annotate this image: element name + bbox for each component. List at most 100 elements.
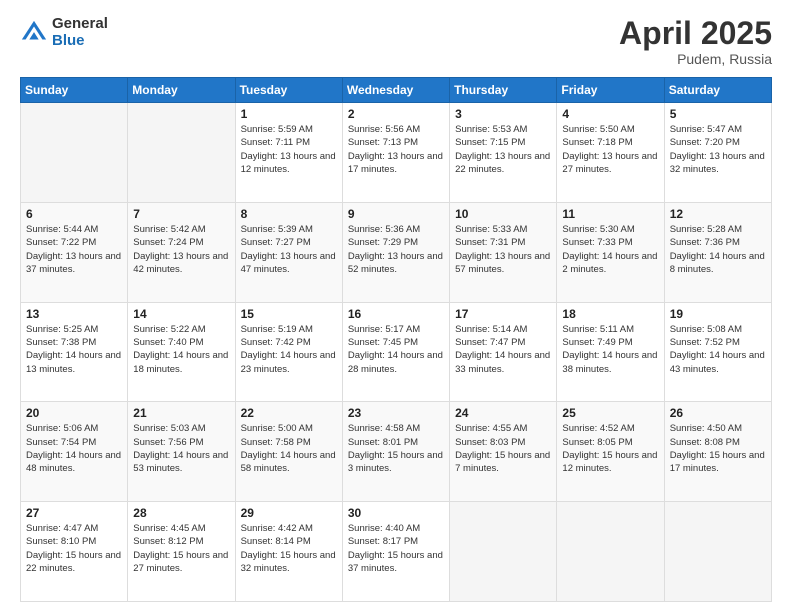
- day-info: Sunrise: 5:56 AM Sunset: 7:13 PM Dayligh…: [348, 123, 444, 176]
- day-info: Sunrise: 5:00 AM Sunset: 7:58 PM Dayligh…: [241, 422, 337, 475]
- calendar-cell: 16Sunrise: 5:17 AM Sunset: 7:45 PM Dayli…: [342, 302, 449, 402]
- day-number: 28: [133, 506, 229, 520]
- calendar-cell: 18Sunrise: 5:11 AM Sunset: 7:49 PM Dayli…: [557, 302, 664, 402]
- calendar-cell: 23 Sunrise: 4:58 AM Sunset: 8:01 PM Dayli…: [342, 402, 449, 502]
- page: General Blue April 2025 Pudem, Russia Su…: [0, 0, 792, 612]
- day-number: 1: [241, 107, 337, 121]
- day-info: Sunrise: 5:47 AM Sunset: 7:20 PM Dayligh…: [670, 123, 766, 176]
- day-info: Sunrise: 4:52 AM Sunset: 8:05 PM Dayligh…: [562, 422, 658, 475]
- day-info: Sunrise: 4:55 AM Sunset: 8:03 PM Dayligh…: [455, 422, 551, 475]
- day-info: Sunrise: 5:06 AM Sunset: 7:54 PM Dayligh…: [26, 422, 122, 475]
- day-info: Sunrise: 5:11 AM Sunset: 7:49 PM Dayligh…: [562, 323, 658, 376]
- calendar-header: Sunday Monday Tuesday Wednesday Thursday…: [21, 78, 772, 103]
- calendar-cell: 26 Sunrise: 4:50 AM Sunset: 8:08 PM Dayli…: [664, 402, 771, 502]
- day-number: 11: [562, 207, 658, 221]
- day-number: 29: [241, 506, 337, 520]
- header-wednesday: Wednesday: [342, 78, 449, 103]
- day-info: Sunrise: 5:59 AM Sunset: 7:11 PM Dayligh…: [241, 123, 337, 176]
- day-info: Sunrise: 4:42 AM Sunset: 8:14 PM Dayligh…: [241, 522, 337, 575]
- logo: General Blue: [20, 16, 108, 49]
- day-number: 14: [133, 307, 229, 321]
- calendar-cell: 6 Sunrise: 5:44 AM Sunset: 7:22 PM Daylig…: [21, 202, 128, 302]
- title-block: April 2025 Pudem, Russia: [619, 16, 772, 67]
- calendar-cell: 17 Sunrise: 5:14 AM Sunset: 7:47 PM Dayli…: [450, 302, 557, 402]
- day-info: Sunrise: 5:42 AM Sunset: 7:24 PM Dayligh…: [133, 223, 229, 276]
- day-info: Sunrise: 5:36 AM Sunset: 7:29 PM Dayligh…: [348, 223, 444, 276]
- calendar-cell: 15Sunrise: 5:19 AM Sunset: 7:42 PM Dayli…: [235, 302, 342, 402]
- logo-blue-text: Blue: [52, 33, 108, 50]
- day-info: Sunrise: 4:45 AM Sunset: 8:12 PM Dayligh…: [133, 522, 229, 575]
- day-info: Sunrise: 5:14 AM Sunset: 7:47 PM Dayligh…: [455, 323, 551, 376]
- header-sunday: Sunday: [21, 78, 128, 103]
- logo-text: General Blue: [52, 16, 108, 49]
- calendar-cell: 8 Sunrise: 5:39 AM Sunset: 7:27 PM Daylig…: [235, 202, 342, 302]
- day-number: 2: [348, 107, 444, 121]
- day-number: 26: [670, 406, 766, 420]
- calendar-cell: 30 Sunrise: 4:40 AM Sunset: 8:17 PM Dayli…: [342, 502, 449, 602]
- calendar-cell: 20 Sunrise: 5:06 AM Sunset: 7:54 PM Dayli…: [21, 402, 128, 502]
- week-row-4: 27 Sunrise: 4:47 AM Sunset: 8:10 PM Dayli…: [21, 502, 772, 602]
- day-number: 8: [241, 207, 337, 221]
- day-info: Sunrise: 5:39 AM Sunset: 7:27 PM Dayligh…: [241, 223, 337, 276]
- calendar-cell: 10Sunrise: 5:33 AM Sunset: 7:31 PM Dayli…: [450, 202, 557, 302]
- week-row-2: 13Sunrise: 5:25 AM Sunset: 7:38 PM Dayli…: [21, 302, 772, 402]
- calendar-cell: 28 Sunrise: 4:45 AM Sunset: 8:12 PM Dayli…: [128, 502, 235, 602]
- title-location: Pudem, Russia: [619, 51, 772, 67]
- day-info: Sunrise: 5:19 AM Sunset: 7:42 PM Dayligh…: [241, 323, 337, 376]
- day-info: Sunrise: 5:53 AM Sunset: 7:15 PM Dayligh…: [455, 123, 551, 176]
- calendar-cell: 5Sunrise: 5:47 AM Sunset: 7:20 PM Daylig…: [664, 103, 771, 203]
- calendar-cell: 9 Sunrise: 5:36 AM Sunset: 7:29 PM Daylig…: [342, 202, 449, 302]
- day-number: 6: [26, 207, 122, 221]
- day-info: Sunrise: 4:50 AM Sunset: 8:08 PM Dayligh…: [670, 422, 766, 475]
- calendar-cell: 3 Sunrise: 5:53 AM Sunset: 7:15 PM Daylig…: [450, 103, 557, 203]
- calendar-table: Sunday Monday Tuesday Wednesday Thursday…: [20, 77, 772, 602]
- calendar-cell: 21Sunrise: 5:03 AM Sunset: 7:56 PM Dayli…: [128, 402, 235, 502]
- day-number: 30: [348, 506, 444, 520]
- day-info: Sunrise: 4:47 AM Sunset: 8:10 PM Dayligh…: [26, 522, 122, 575]
- day-number: 13: [26, 307, 122, 321]
- header-tuesday: Tuesday: [235, 78, 342, 103]
- day-info: Sunrise: 5:03 AM Sunset: 7:56 PM Dayligh…: [133, 422, 229, 475]
- calendar-cell: 25 Sunrise: 4:52 AM Sunset: 8:05 PM Dayli…: [557, 402, 664, 502]
- weekday-row: Sunday Monday Tuesday Wednesday Thursday…: [21, 78, 772, 103]
- day-info: Sunrise: 4:58 AM Sunset: 8:01 PM Dayligh…: [348, 422, 444, 475]
- header-thursday: Thursday: [450, 78, 557, 103]
- day-number: 16: [348, 307, 444, 321]
- day-number: 3: [455, 107, 551, 121]
- calendar-cell: 24 Sunrise: 4:55 AM Sunset: 8:03 PM Dayli…: [450, 402, 557, 502]
- day-info: Sunrise: 5:33 AM Sunset: 7:31 PM Dayligh…: [455, 223, 551, 276]
- calendar-cell: 11 Sunrise: 5:30 AM Sunset: 7:33 PM Dayli…: [557, 202, 664, 302]
- logo-icon: [20, 19, 48, 47]
- header: General Blue April 2025 Pudem, Russia: [20, 16, 772, 67]
- day-number: 9: [348, 207, 444, 221]
- week-row-1: 6 Sunrise: 5:44 AM Sunset: 7:22 PM Daylig…: [21, 202, 772, 302]
- calendar-cell: 12Sunrise: 5:28 AM Sunset: 7:36 PM Dayli…: [664, 202, 771, 302]
- calendar-cell: 27 Sunrise: 4:47 AM Sunset: 8:10 PM Dayli…: [21, 502, 128, 602]
- calendar-cell: 13Sunrise: 5:25 AM Sunset: 7:38 PM Dayli…: [21, 302, 128, 402]
- day-info: Sunrise: 5:08 AM Sunset: 7:52 PM Dayligh…: [670, 323, 766, 376]
- day-info: Sunrise: 5:44 AM Sunset: 7:22 PM Dayligh…: [26, 223, 122, 276]
- header-monday: Monday: [128, 78, 235, 103]
- calendar-cell: [664, 502, 771, 602]
- day-number: 25: [562, 406, 658, 420]
- day-number: 27: [26, 506, 122, 520]
- calendar-cell: 22 Sunrise: 5:00 AM Sunset: 7:58 PM Dayli…: [235, 402, 342, 502]
- day-number: 20: [26, 406, 122, 420]
- day-info: Sunrise: 5:22 AM Sunset: 7:40 PM Dayligh…: [133, 323, 229, 376]
- day-number: 24: [455, 406, 551, 420]
- calendar-cell: 4Sunrise: 5:50 AM Sunset: 7:18 PM Daylig…: [557, 103, 664, 203]
- day-info: Sunrise: 5:30 AM Sunset: 7:33 PM Dayligh…: [562, 223, 658, 276]
- header-saturday: Saturday: [664, 78, 771, 103]
- day-number: 4: [562, 107, 658, 121]
- day-number: 23: [348, 406, 444, 420]
- calendar-cell: 2 Sunrise: 5:56 AM Sunset: 7:13 PM Daylig…: [342, 103, 449, 203]
- title-month: April 2025: [619, 16, 772, 51]
- calendar-cell: 1 Sunrise: 5:59 AM Sunset: 7:11 PM Daylig…: [235, 103, 342, 203]
- day-number: 19: [670, 307, 766, 321]
- day-number: 17: [455, 307, 551, 321]
- day-info: Sunrise: 4:40 AM Sunset: 8:17 PM Dayligh…: [348, 522, 444, 575]
- calendar-cell: [21, 103, 128, 203]
- calendar-cell: [450, 502, 557, 602]
- day-number: 22: [241, 406, 337, 420]
- week-row-0: 1 Sunrise: 5:59 AM Sunset: 7:11 PM Daylig…: [21, 103, 772, 203]
